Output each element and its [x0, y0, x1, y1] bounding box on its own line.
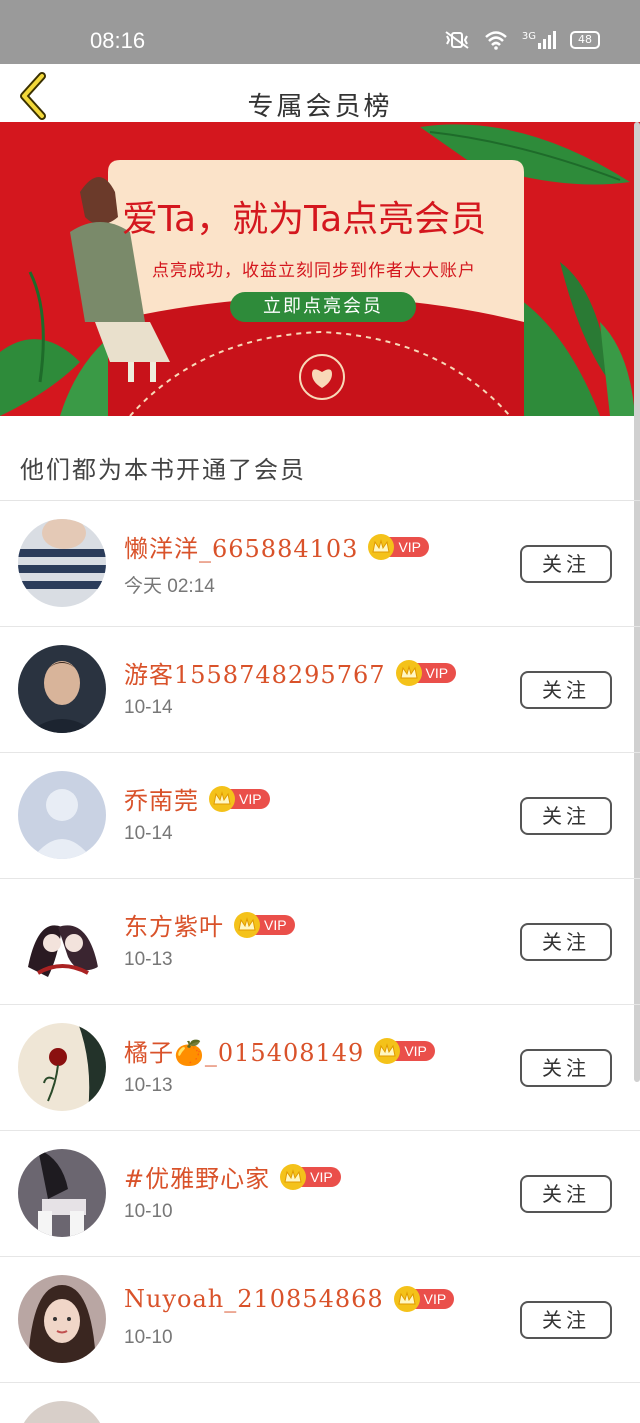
follow-button[interactable]: 关注	[520, 545, 612, 583]
follow-button[interactable]: 关注	[520, 797, 612, 835]
vip-badge: VIP	[209, 785, 270, 812]
avatar[interactable]	[18, 1023, 106, 1111]
banner-subline: 点亮成功，收益立刻同步到作者大大账户	[152, 261, 476, 281]
crown-icon	[393, 1286, 420, 1312]
member-row[interactable]: 乔南莞 VIP 10-14 关注	[0, 753, 640, 879]
member-name[interactable]: 东方紫叶 VIP	[124, 907, 295, 942]
promo-banner[interactable]: 爱Ta，就为Ta点亮会员 点亮成功，收益立刻同步到作者大大账户 立即点亮会员	[0, 122, 640, 416]
follow-button[interactable]: 关注	[520, 1175, 612, 1213]
member-name[interactable]: 懒洋洋_665884103 VIP	[124, 529, 430, 564]
top-nav-bar: 专属会员榜	[0, 64, 640, 122]
member-date: 今天 02:14	[124, 576, 215, 597]
vip-badge: VIP	[280, 1163, 341, 1190]
status-time: 08:16	[90, 28, 146, 53]
member-row[interactable]: 游客1558748295767 VIP 10-14 关注	[0, 627, 640, 753]
avatar[interactable]	[18, 771, 106, 859]
follow-button[interactable]: 关注	[520, 671, 612, 709]
crown-icon	[374, 1037, 401, 1064]
avatar[interactable]	[18, 1275, 106, 1363]
member-name[interactable]: 游客1558748295767 VIP	[124, 655, 457, 690]
banner-headline: 爱Ta，就为Ta点亮会员	[122, 199, 487, 240]
vip-badge: VIP	[374, 1037, 435, 1064]
member-list: 懒洋洋_665884103 VIP 今天 02:14 关注 游客15587482…	[0, 501, 640, 1423]
section-label: 他们都为本书开通了会员	[20, 456, 306, 484]
member-date: 10-13	[124, 1075, 173, 1096]
page-title: 专属会员榜	[247, 92, 393, 122]
member-date: 10-13	[124, 949, 173, 970]
member-row-partial[interactable]	[0, 1383, 640, 1423]
member-row[interactable]: 懒洋洋_665884103 VIP 今天 02:14 关注	[0, 501, 640, 627]
wifi-icon	[485, 31, 507, 50]
vip-badge: VIP	[368, 533, 430, 560]
signal-icon: 3G	[522, 31, 556, 49]
crown-icon	[395, 659, 422, 686]
member-name[interactable]: Nuyoah_210854868 VIP	[124, 1285, 455, 1313]
avatar[interactable]	[18, 897, 106, 985]
banner-cta-button[interactable]: 立即点亮会员	[230, 292, 416, 322]
member-name[interactable]: 乔南莞 VIP	[124, 781, 270, 816]
battery-icon: 48	[570, 31, 600, 49]
vibrate-mute-icon	[445, 31, 469, 49]
follow-button[interactable]: 关注	[520, 923, 612, 961]
member-row[interactable]: 橘子🍊_015408149 VIP 10-13 关注	[0, 1005, 640, 1131]
member-row[interactable]: 东方紫叶 VIP 10-13 关注	[0, 879, 640, 1005]
vip-badge: VIP	[393, 1286, 455, 1312]
vip-badge: VIP	[234, 911, 295, 938]
avatar[interactable]	[18, 1149, 106, 1237]
avatar[interactable]	[18, 645, 106, 733]
avatar[interactable]	[18, 519, 106, 607]
member-row[interactable]: #优雅野心家 VIP 10-10 关注	[0, 1131, 640, 1257]
status-icons: 3G 48	[444, 30, 600, 50]
member-date: 10-10	[124, 1201, 173, 1222]
crown-icon	[234, 911, 260, 938]
status-bar: 08:16 3G 48	[0, 0, 640, 64]
crown-icon	[368, 533, 395, 560]
crown-icon	[209, 785, 235, 812]
member-date: 10-14	[124, 823, 173, 844]
vip-badge: VIP	[395, 659, 457, 686]
member-name[interactable]: 橘子🍊_015408149 VIP	[124, 1033, 435, 1068]
member-name[interactable]: #优雅野心家 VIP	[124, 1159, 341, 1194]
crown-icon	[280, 1163, 307, 1190]
follow-button[interactable]: 关注	[520, 1049, 612, 1087]
follow-button[interactable]: 关注	[520, 1301, 612, 1339]
avatar[interactable]	[18, 1401, 106, 1423]
member-date: 10-14	[124, 697, 173, 718]
member-date: 10-10	[124, 1327, 173, 1348]
member-row[interactable]: Nuyoah_210854868 VIP 10-10 关注	[0, 1257, 640, 1383]
